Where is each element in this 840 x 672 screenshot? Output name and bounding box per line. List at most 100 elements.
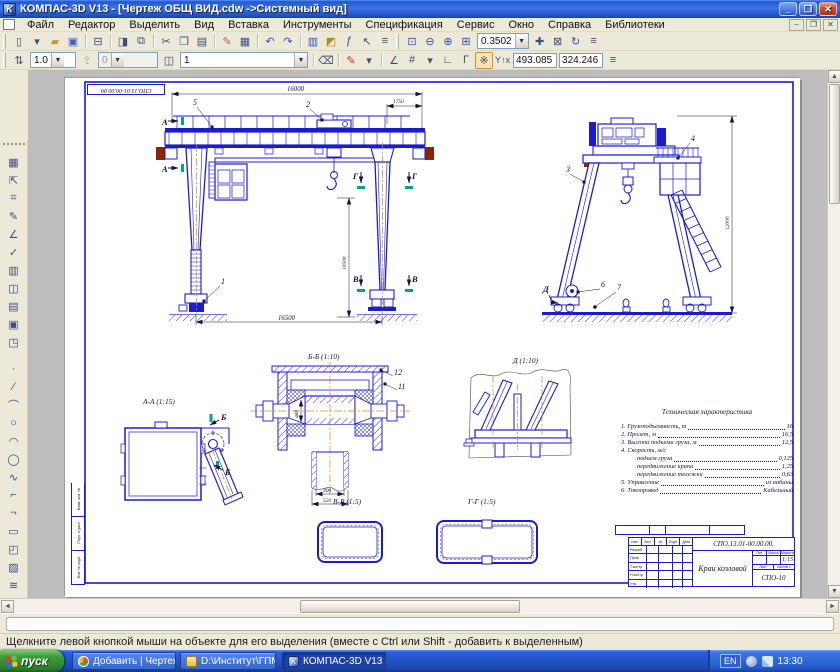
tool-segment[interactable]: ⌒ [3,396,25,414]
toolbar-handle[interactable] [3,53,6,68]
scroll-right-button[interactable]: ► [826,600,839,613]
step-combo[interactable]: 1.0 ▼ [30,52,76,68]
copy-button[interactable]: ❐ [175,33,193,50]
zoom-out-button[interactable]: ⊖ [421,33,439,50]
layer-icon[interactable]: ◫ [160,52,178,69]
fx-button[interactable]: ƒ [340,33,358,50]
tool-curve[interactable]: ∿ [3,468,25,486]
open-button[interactable]: ▰ [46,33,64,50]
link-step-icon[interactable]: ⇪ [78,52,96,69]
zoom-frame-button[interactable]: ⊡ [403,33,421,50]
scroll-down-button[interactable]: ▼ [828,585,840,598]
horizontal-scrollbar[interactable]: ◄ ► [0,598,840,613]
new-document-dropdown[interactable]: ▾ [28,33,46,50]
start-button[interactable]: пуск [0,650,64,672]
menu-item[interactable]: Сервис [450,19,502,31]
paste-button[interactable]: ▤ [193,33,211,50]
child-close-button[interactable]: ✕ [823,19,838,31]
menu-item[interactable]: Редактор [61,19,122,31]
child-restore-button[interactable]: ❐ [806,19,821,31]
line-style-dropdown[interactable]: ▾ [360,52,378,69]
front-view[interactable]: 16000 1750 [156,86,434,325]
link-step-combo[interactable]: 0 ▼ [98,52,158,68]
menu-item[interactable]: Вставка [221,19,276,31]
tool-more[interactable]: ≋ [3,576,25,594]
drawing-sheet[interactable]: 16000 1750 [65,78,800,597]
scroll-up-button[interactable]: ▲ [828,70,840,83]
side-view[interactable]: 12000 [542,116,737,322]
chevron-down-icon[interactable]: ▼ [111,53,124,67]
tool-rectangle[interactable]: ▭ [3,522,25,540]
vertical-scroll-thumb[interactable] [829,84,840,204]
restore-button[interactable]: ❐ [799,2,817,16]
network-icon[interactable] [762,656,773,667]
undo-button[interactable]: ↶ [261,33,279,50]
taskbar-item-browser[interactable]: Добавить | Чертеж... [72,652,176,670]
tool-auxiliary-line[interactable]: ∕ [3,378,25,396]
panel-designations[interactable]: ⌗ [3,189,25,207]
pan-button[interactable]: ✚ [531,33,549,50]
snap-toggle-button[interactable]: ※ [475,52,493,69]
panel-editing[interactable]: ✎ [3,207,25,225]
properties-button[interactable]: ▦ [236,33,254,50]
panel-measure[interactable]: ✓ [3,243,25,261]
tool-ellipse[interactable]: ◯ [3,450,25,468]
panel-specification[interactable]: ◫ [3,279,25,297]
chevron-down-icon[interactable]: ▼ [51,53,64,67]
panel-layout[interactable]: ◳ [3,333,25,351]
tool-arc[interactable]: ◠ [3,432,25,450]
section-gg[interactable]: Г-Г (1:5) [437,497,537,564]
minimize-button[interactable]: _ [779,2,797,16]
toolbar-options-button[interactable]: ≡ [604,52,622,69]
line-style-button[interactable]: ✎ [342,52,360,69]
refresh-button[interactable]: ↻ [567,33,585,50]
local-cs-button[interactable]: ∟ [439,52,457,69]
zoom-combo[interactable]: 0.3502 ▼ [477,33,529,49]
menu-item[interactable]: Файл [20,19,61,31]
menu-item[interactable]: Справка [541,19,598,31]
horizontal-scroll-thumb[interactable] [300,600,520,613]
toolbar-options-button[interactable]: ≡ [585,33,603,50]
ortho-button[interactable]: Г [457,52,475,69]
menu-item[interactable]: Вид [187,19,221,31]
menu-item[interactable]: Выделить [122,19,187,31]
new-document-button[interactable]: ▯ [10,33,28,50]
panel-dimensions[interactable]: ⇱ [3,171,25,189]
tool-hatch[interactable]: ▨ [3,558,25,576]
tool-circle[interactable]: ○ [3,414,25,432]
zoom-in-button[interactable]: ⊕ [439,33,457,50]
panel-grip[interactable] [3,143,25,150]
eraser-button[interactable]: ⌫ [317,52,335,69]
coord-y-input[interactable] [559,53,603,68]
cut-button[interactable]: ✂ [157,33,175,50]
tray-status-icon[interactable] [746,656,757,667]
section-vv[interactable]: В-В (1:5) [318,497,382,562]
preview-button[interactable]: ◨ [114,33,132,50]
close-button[interactable]: ✕ [819,2,837,16]
menu-item[interactable]: Спецификация [359,19,450,31]
tool-chamfer[interactable]: ¬ [3,504,25,522]
menu-item[interactable]: Библиотеки [598,19,672,31]
taskbar-item-folder[interactable]: D:\Институт\ГПМ [180,652,276,670]
section-aa[interactable]: А-А (1:15) [121,397,243,505]
panel-parametrization[interactable]: ∠ [3,225,25,243]
import-button[interactable]: ⧉ [132,33,150,50]
view-d[interactable]: Д (1:10) [464,356,571,458]
property-field[interactable] [6,617,834,631]
chevron-down-icon[interactable]: ▼ [294,53,307,67]
tool-contour[interactable]: ◰ [3,540,25,558]
panel-geometry[interactable]: ▦ [3,153,25,171]
menu-item[interactable]: Инструменты [276,19,359,31]
tool-fillet[interactable]: ⌐ [3,486,25,504]
vertical-scrollbar[interactable]: ▲ ▼ [827,70,840,598]
copy-properties-button[interactable]: ✎ [218,33,236,50]
variables-button[interactable]: ▥ [304,33,322,50]
toolbar-options-button[interactable]: ≡ [376,33,394,50]
tool-point[interactable]: · [3,360,25,378]
rotate-view-button[interactable]: ⊠ [549,33,567,50]
print-button[interactable]: ⊟ [89,33,107,50]
taskbar-item-kompas[interactable]: K КОМПАС-3D V13 - [Ч... [282,652,386,670]
layer-combo[interactable]: 1 ▼ [180,52,308,68]
save-button[interactable]: ▣ [64,33,82,50]
grid-button[interactable]: # [403,52,421,69]
